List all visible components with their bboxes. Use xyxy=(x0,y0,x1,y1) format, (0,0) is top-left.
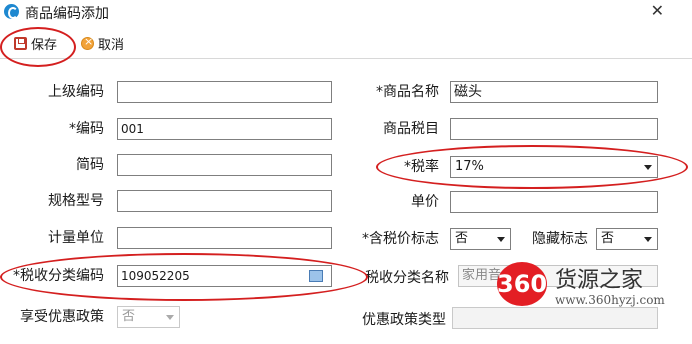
tax-item-input[interactable] xyxy=(450,118,658,140)
tax-rate-label: *税率 xyxy=(404,159,439,175)
preferential-policy-type-label: 优惠政策类型 xyxy=(362,312,446,328)
code-input[interactable]: 001 xyxy=(117,118,332,140)
hidden-flag-select[interactable]: 否 xyxy=(596,228,658,250)
tax-included-flag-label: *含税价标志 xyxy=(362,231,439,247)
tax-class-code-value: 109052205 xyxy=(121,269,190,283)
chevron-down-icon xyxy=(497,237,505,242)
watermark-url: www.360hyzj.com xyxy=(555,293,665,307)
tax-included-flag-select[interactable]: 否 xyxy=(450,228,511,250)
tax-class-code-label: *税收分类编码 xyxy=(13,268,104,284)
tax-rate-value: 17% xyxy=(455,159,484,174)
save-icon xyxy=(14,36,27,50)
cancel-label: 取消 xyxy=(98,37,125,53)
tax-rate-select[interactable]: 17% xyxy=(450,156,658,178)
hidden-flag-value: 否 xyxy=(601,231,615,246)
save-button[interactable]: 保存 xyxy=(14,34,58,53)
app-logo-icon xyxy=(4,4,19,19)
watermark-text: 货源之家 xyxy=(555,268,644,293)
preferential-policy-value: 否 xyxy=(122,309,136,324)
short-code-label: 简码 xyxy=(76,157,104,173)
product-name-label: *商品名称 xyxy=(376,84,439,100)
close-icon[interactable]: ✕ xyxy=(651,1,664,20)
toolbar: 保存 取消 xyxy=(0,28,692,59)
spec-model-label: 规格型号 xyxy=(48,193,104,209)
unit-input[interactable] xyxy=(117,227,332,249)
parent-code-label: 上级编码 xyxy=(48,84,104,100)
preferential-policy-select[interactable]: 否 xyxy=(117,306,180,328)
window-title: 商品编码添加 xyxy=(25,6,109,22)
spec-model-input[interactable] xyxy=(117,190,332,212)
tax-class-code-input[interactable]: 109052205 xyxy=(117,265,332,287)
unit-label: 计量单位 xyxy=(48,230,104,246)
unit-price-input[interactable] xyxy=(450,191,658,213)
cancel-icon xyxy=(81,35,94,50)
short-code-input[interactable] xyxy=(117,154,332,176)
product-name-input[interactable]: 磁头 xyxy=(450,81,658,103)
hidden-flag-label: 隐藏标志 xyxy=(532,231,588,247)
cancel-button[interactable]: 取消 xyxy=(81,34,125,53)
watermark: 360 货源之家 www.360hyzj.com xyxy=(497,262,687,307)
save-label: 保存 xyxy=(31,37,58,53)
tax-item-label: 商品税目 xyxy=(383,121,439,137)
preferential-policy-label: 享受优惠政策 xyxy=(20,309,104,325)
picker-icon[interactable] xyxy=(309,270,323,282)
title-bar: 商品编码添加 ✕ xyxy=(0,0,692,24)
parent-code-input[interactable] xyxy=(117,81,332,103)
tax-included-flag-value: 否 xyxy=(455,231,469,246)
code-label: *编码 xyxy=(69,121,104,137)
chevron-down-icon xyxy=(644,165,652,170)
unit-price-label: 单价 xyxy=(411,194,439,210)
chevron-down-icon xyxy=(644,237,652,242)
chevron-down-icon xyxy=(166,315,174,320)
tax-class-name-label: 税收分类名称 xyxy=(365,270,449,286)
watermark-badge: 360 xyxy=(497,262,547,306)
preferential-policy-type-input[interactable] xyxy=(452,307,658,329)
